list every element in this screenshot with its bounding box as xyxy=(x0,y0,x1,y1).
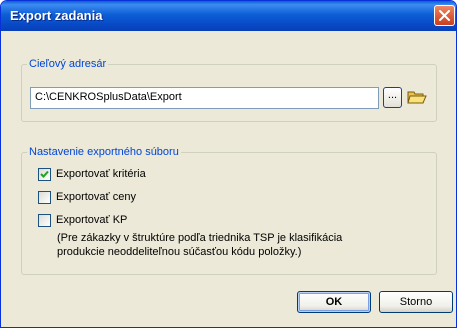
note-line-2: produkcie neoddeliteľnou súčasťou kódu p… xyxy=(57,246,302,258)
checkmark-icon xyxy=(40,170,49,178)
title-bar[interactable]: Export zadania xyxy=(1,1,456,31)
cancel-button[interactable]: Storno xyxy=(379,291,453,313)
export-path-field[interactable]: C:\CENKROSplusData\Export xyxy=(30,87,379,109)
export-dialog: Export zadania Cieľový adresár C:\CENKRO… xyxy=(0,0,457,328)
ok-button[interactable]: OK xyxy=(297,291,371,313)
export-criteria-checkbox[interactable] xyxy=(38,168,51,181)
close-button[interactable] xyxy=(434,5,455,26)
export-kp-checkbox[interactable] xyxy=(38,214,51,227)
browse-button[interactable]: ... xyxy=(383,87,402,108)
note-line-1: (Pre zákazky v štruktúre podľa triednika… xyxy=(57,232,343,244)
export-prices-label: Exportovať ceny xyxy=(56,191,136,203)
folder-open-icon xyxy=(407,91,427,104)
close-icon xyxy=(439,10,450,21)
export-prices-checkbox[interactable] xyxy=(38,191,51,204)
target-directory-group-label: Cieľový adresár xyxy=(27,58,109,71)
dialog-title: Export zadania xyxy=(10,8,103,23)
export-settings-group-label: Nastavenie exportného súboru xyxy=(27,146,181,159)
export-kp-label: Exportovať KP xyxy=(56,214,128,226)
folder-button[interactable] xyxy=(407,87,427,107)
export-criteria-label: Exportovať kritéria xyxy=(56,168,146,180)
